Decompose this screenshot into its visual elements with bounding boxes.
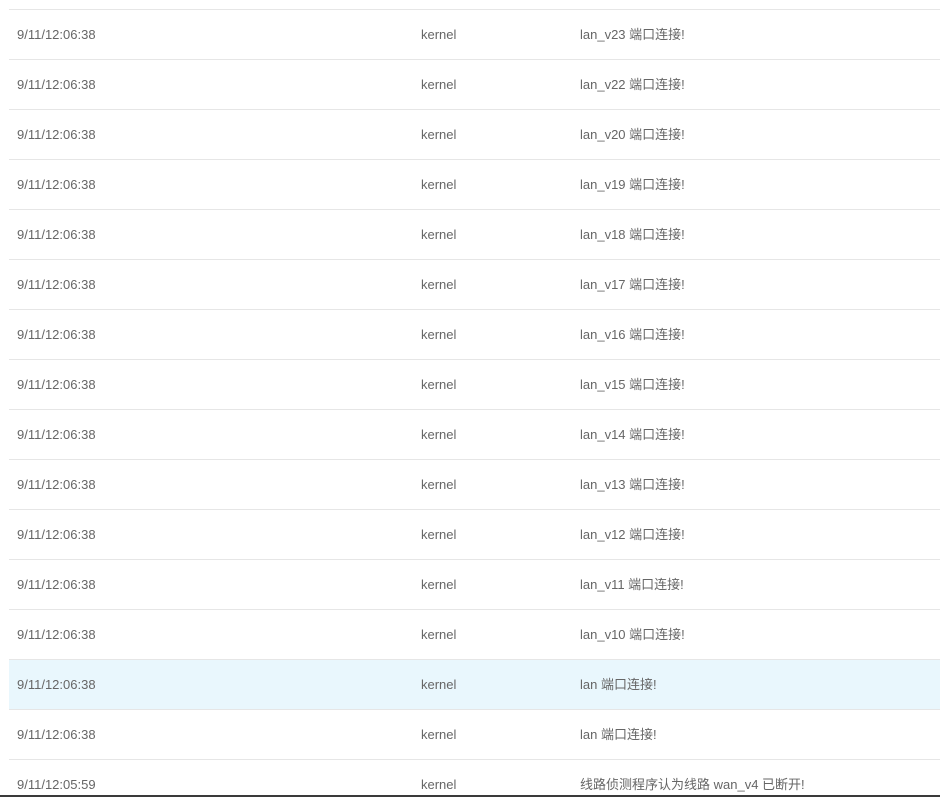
- log-message: lan_v15 端口连接!: [580, 377, 685, 392]
- log-row[interactable]: 9/11/12:06:38 kernel lan_v13 端口连接!: [9, 460, 940, 510]
- log-message: lan_v14 端口连接!: [580, 427, 685, 442]
- log-row[interactable]: 9/11/12:06:38 kernel lan_v10 端口连接!: [9, 610, 940, 660]
- log-time: 9/11/12:06:38: [17, 77, 96, 92]
- log-row[interactable]: 9/11/12:06:38 kernel lan_v12 端口连接!: [9, 510, 940, 560]
- log-row[interactable]: 9/11/12:06:38 kernel lan 端口连接!: [9, 710, 940, 760]
- log-source: kernel: [421, 227, 457, 242]
- log-time: 9/11/12:06:38: [17, 27, 96, 42]
- log-source: kernel: [421, 27, 457, 42]
- log-row[interactable]: 9/11/12:06:38 kernel lan_v23 端口连接!: [9, 10, 940, 60]
- log-source: kernel: [421, 527, 457, 542]
- log-row[interactable]: 9/11/12:06:38 kernel lan_v17 端口连接!: [9, 260, 940, 310]
- log-time: 9/11/12:06:38: [17, 127, 96, 142]
- log-source: kernel: [421, 77, 457, 92]
- log-time: 9/11/12:06:38: [17, 477, 96, 492]
- log-message: lan_v18 端口连接!: [580, 227, 685, 242]
- log-time: 9/11/12:06:38: [17, 727, 96, 742]
- log-row[interactable]: 9/11/12:06:38 kernel lan_v16 端口连接!: [9, 310, 940, 360]
- log-source: kernel: [421, 727, 457, 742]
- log-time: 9/11/12:06:38: [17, 427, 96, 442]
- log-source: kernel: [421, 127, 457, 142]
- log-row[interactable]: 9/11/12:06:38 kernel lan_v14 端口连接!: [9, 410, 940, 460]
- log-source: kernel: [421, 327, 457, 342]
- log-row[interactable]: 9/11/12:06:38 kernel lan 端口连接!: [9, 660, 940, 710]
- log-time: 9/11/12:06:38: [17, 327, 96, 342]
- log-source: kernel: [421, 177, 457, 192]
- log-row[interactable]: 9/11/12:06:38 kernel lan_v19 端口连接!: [9, 160, 940, 210]
- log-message: lan_v22 端口连接!: [580, 77, 685, 92]
- log-source: kernel: [421, 677, 457, 692]
- log-table: 9/11/12:06:38 kernel lan_v23 端口连接! 9/11/12:…: [9, 9, 940, 797]
- log-source: kernel: [421, 577, 457, 592]
- log-time: 9/11/12:06:38: [17, 677, 96, 692]
- log-row[interactable]: 9/11/12:06:38 kernel lan_v18 端口连接!: [9, 210, 940, 260]
- log-message: lan_v16 端口连接!: [580, 327, 685, 342]
- log-time: 9/11/12:06:38: [17, 377, 96, 392]
- log-message: lan_v10 端口连接!: [580, 627, 685, 642]
- log-row[interactable]: 9/11/12:06:38 kernel lan_v20 端口连接!: [9, 110, 940, 160]
- log-source: kernel: [421, 777, 457, 792]
- log-time: 9/11/12:06:38: [17, 277, 96, 292]
- log-source: kernel: [421, 477, 457, 492]
- log-message: lan_v19 端口连接!: [580, 177, 685, 192]
- log-time: 9/11/12:06:38: [17, 227, 96, 242]
- log-time: 9/11/12:05:59: [17, 777, 96, 792]
- log-message: lan 端口连接!: [580, 727, 657, 742]
- log-message: lan_v23 端口连接!: [580, 27, 685, 42]
- log-source: kernel: [421, 427, 457, 442]
- log-row[interactable]: 9/11/12:05:59 kernel 线路侦测程序认为线路 wan_v4 已断开…: [9, 760, 940, 797]
- log-time: 9/11/12:06:38: [17, 177, 96, 192]
- log-message: 线路侦测程序认为线路 wan_v4 已断开!: [580, 777, 805, 792]
- log-message: lan_v20 端口连接!: [580, 127, 685, 142]
- log-message: lan_v17 端口连接!: [580, 277, 685, 292]
- log-message: lan_v13 端口连接!: [580, 477, 685, 492]
- log-time: 9/11/12:06:38: [17, 577, 96, 592]
- log-time: 9/11/12:06:38: [17, 627, 96, 642]
- log-row[interactable]: 9/11/12:06:38 kernel lan_v11 端口连接!: [9, 560, 940, 610]
- log-message: lan_v12 端口连接!: [580, 527, 685, 542]
- log-row[interactable]: 9/11/12:06:38 kernel lan_v15 端口连接!: [9, 360, 940, 410]
- log-time: 9/11/12:06:38: [17, 527, 96, 542]
- log-viewer: 9/11/12:06:38 kernel lan_v23 端口连接! 9/11/12:…: [0, 0, 940, 797]
- log-row[interactable]: 9/11/12:06:38 kernel lan_v22 端口连接!: [9, 60, 940, 110]
- log-message: lan 端口连接!: [580, 677, 657, 692]
- log-source: kernel: [421, 377, 457, 392]
- log-source: kernel: [421, 627, 457, 642]
- log-message: lan_v11 端口连接!: [580, 577, 684, 592]
- log-source: kernel: [421, 277, 457, 292]
